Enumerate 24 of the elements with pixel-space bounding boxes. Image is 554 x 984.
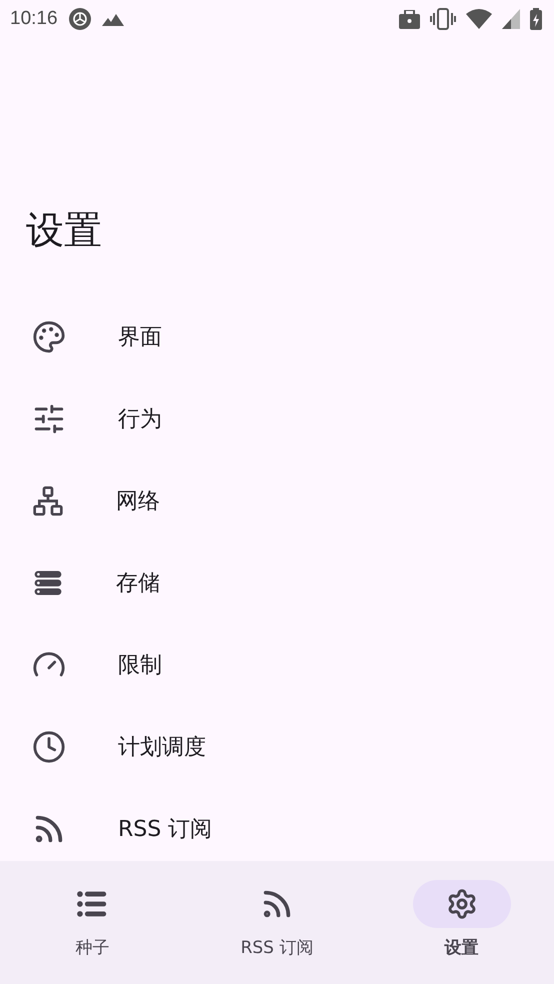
clock-icon <box>32 730 66 764</box>
nav-tab[interactable]: RSS 订阅 <box>184 861 370 984</box>
briefcase-icon <box>399 10 420 28</box>
settings-item[interactable]: 网络 <box>0 460 554 542</box>
battery-icon <box>530 8 542 30</box>
settings-item[interactable]: 行为 <box>0 378 554 460</box>
settings-item[interactable]: 限制 <box>0 624 554 706</box>
settings-item[interactable]: RSS 订阅 <box>0 788 554 861</box>
nav-tab[interactable]: 设置 <box>369 861 554 984</box>
settings-icon <box>446 888 478 920</box>
network-icon <box>32 485 64 517</box>
settings-item[interactable]: 计划调度 <box>0 706 554 788</box>
page-title: 设置 <box>25 207 103 254</box>
mountain-icon <box>102 12 124 26</box>
status-app-icon <box>68 7 92 31</box>
signal-icon <box>502 9 520 29</box>
settings-item[interactable]: 界面 <box>0 296 554 378</box>
sliders-icon <box>32 402 66 436</box>
vibrate-icon <box>430 8 456 30</box>
status-time: 10:16 <box>10 8 58 30</box>
wifi-icon <box>466 9 492 29</box>
palette-icon <box>32 320 66 354</box>
settings-item[interactable]: 存储 <box>0 542 554 624</box>
nav-tab[interactable]: 种子 <box>0 861 185 984</box>
